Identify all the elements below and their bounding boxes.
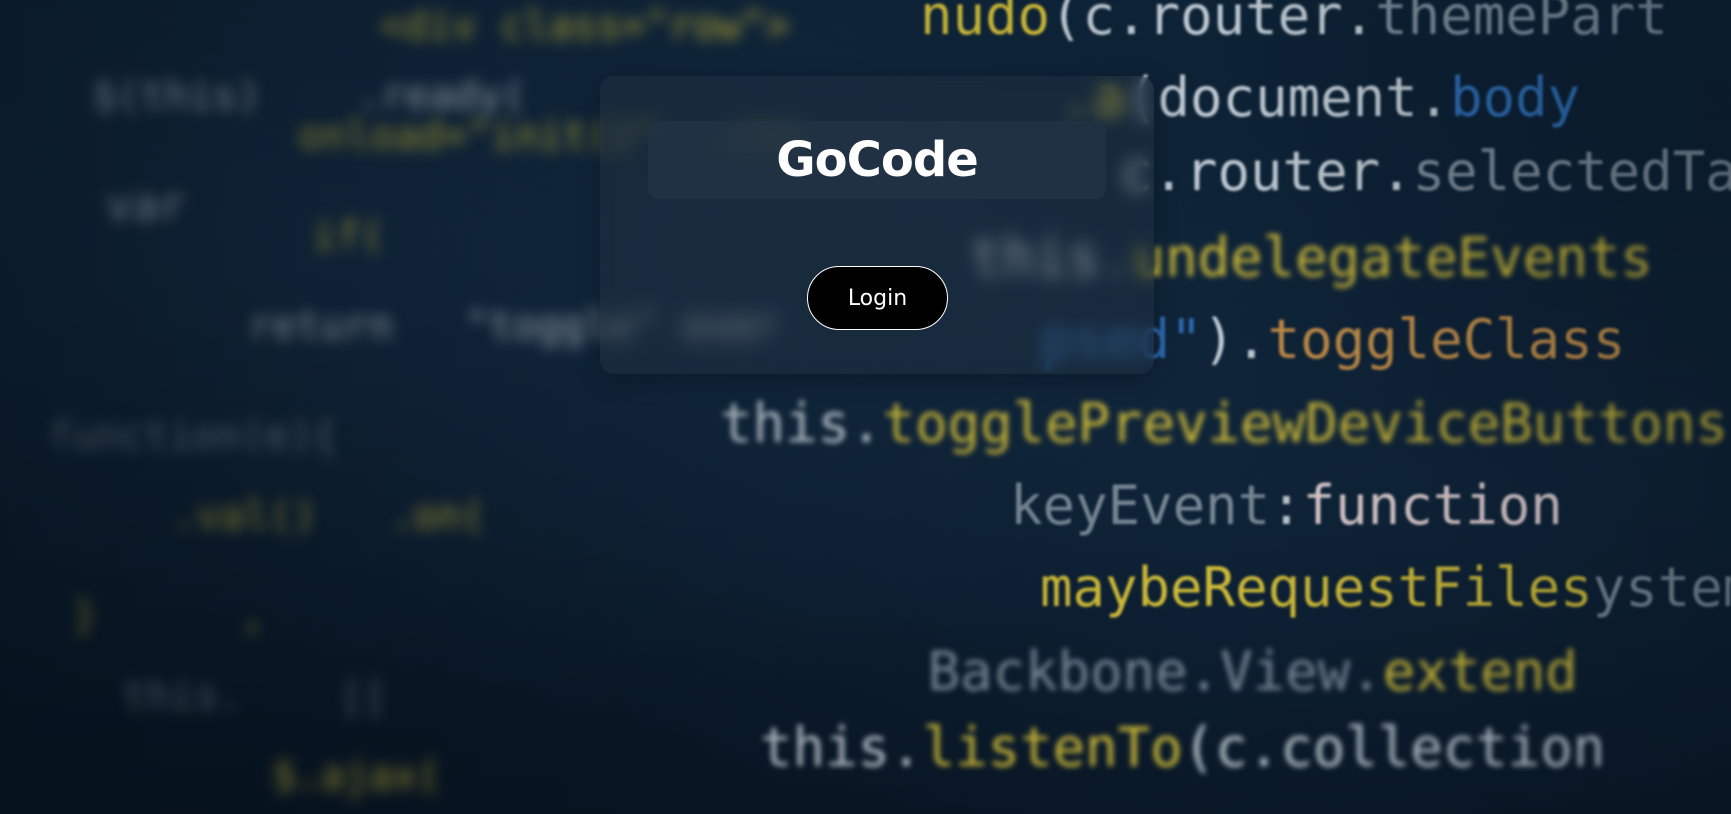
app-title: GoCode [776,132,978,188]
login-card: GoCode Login [600,76,1154,374]
title-box: GoCode [648,121,1106,199]
login-button[interactable]: Login [807,266,948,330]
